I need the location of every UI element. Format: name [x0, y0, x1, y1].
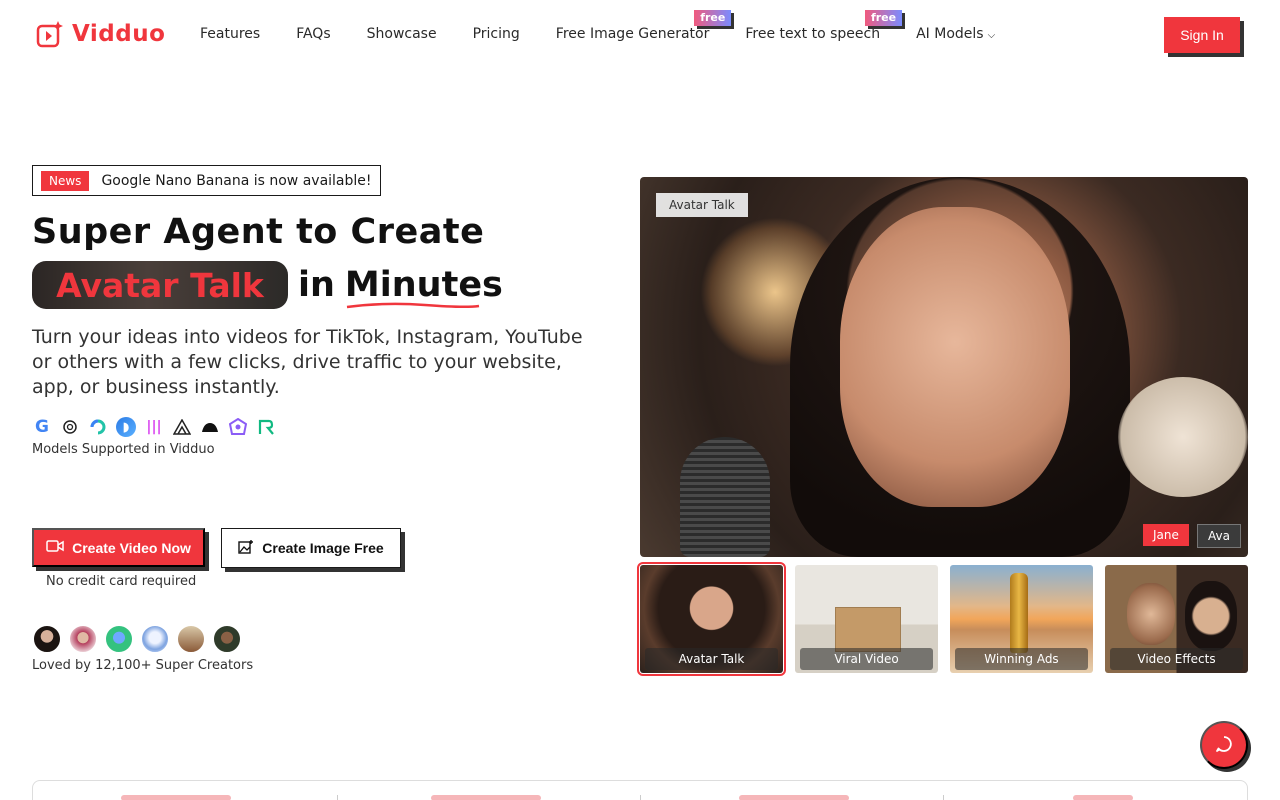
avatar — [104, 624, 134, 654]
stat-placeholder — [431, 795, 541, 800]
hero-title-minutes: Minutes — [344, 265, 503, 309]
nav-label: Free Image Generator — [555, 26, 710, 42]
hailuo-icon: ◗ — [116, 417, 136, 437]
person-graphic — [1185, 581, 1237, 651]
thumbnail-avatar-talk[interactable]: Avatar Talk — [637, 562, 786, 676]
news-text: Google Nano Banana is now available! — [101, 172, 372, 189]
nav-label: FAQs — [296, 26, 331, 42]
hero-title-in: in — [298, 265, 335, 305]
brand-name: Vidduo — [72, 21, 166, 47]
avatar — [32, 624, 62, 654]
preview-fur-cushion — [1118, 377, 1248, 497]
midjourney-icon — [200, 417, 220, 437]
news-banner[interactable]: News Google Nano Banana is now available… — [32, 165, 381, 196]
rotating-feature-text: Avatar Talk — [56, 265, 264, 305]
news-badge: News — [41, 170, 90, 191]
avatar — [68, 624, 98, 654]
nav-label: Features — [200, 26, 261, 42]
nav-item-free-image-generator[interactable]: Free Image Generator free — [555, 10, 732, 42]
social-proof-text: Loved by 12,100+ Super Creators — [32, 658, 254, 673]
preview-label: Avatar Talk — [656, 193, 748, 217]
nav-item-showcase[interactable]: Showcase — [367, 26, 437, 42]
avatar — [212, 624, 242, 654]
nav-label: Showcase — [366, 26, 437, 42]
voice-option-ava[interactable]: Ava — [1197, 524, 1241, 548]
stat-placeholder — [1073, 795, 1133, 800]
stat-placeholder — [121, 795, 231, 800]
hero-subtitle: Turn your ideas into videos for TikTok, … — [32, 326, 583, 398]
hero-title-line2: Avatar Talk in Minutes — [32, 261, 503, 309]
main-nav: Features FAQs Showcase Pricing Free Imag… — [200, 10, 1031, 42]
avatar — [176, 624, 206, 654]
nav-item-features[interactable]: Features — [200, 26, 260, 42]
elevenlabs-icon: ||| — [146, 419, 162, 435]
create-image-label: Create Image Free — [262, 540, 384, 556]
brand-logo[interactable]: Vidduo — [36, 20, 165, 48]
site-header: Vidduo Features FAQs Showcase Pricing Fr… — [0, 0, 1280, 70]
microphone-graphic — [680, 437, 770, 557]
nav-item-pricing[interactable]: Pricing — [473, 26, 520, 42]
video-preview[interactable]: Avatar Talk Jane Ava — [640, 177, 1248, 557]
vidduo-logo-icon — [36, 20, 64, 48]
underline-squiggle-icon — [346, 302, 480, 309]
video-camera-icon — [46, 539, 64, 556]
divider — [640, 795, 641, 800]
create-video-button[interactable]: Create Video Now — [32, 528, 205, 567]
models-label: Models Supported in Vidduo — [32, 442, 215, 457]
rotating-feature-pill: Avatar Talk — [32, 261, 288, 309]
divider — [337, 795, 338, 800]
thumbnail-label: Viral Video — [800, 648, 933, 670]
preview-face — [840, 207, 1070, 507]
thumbnail-label: Winning Ads — [955, 648, 1088, 670]
free-badge: free — [864, 10, 903, 26]
luma-icon — [172, 417, 192, 437]
nav-label: Pricing — [472, 26, 520, 42]
minutes-text: Minutes — [344, 265, 503, 305]
nav-item-ai-models[interactable]: AI Models ⌵ — [916, 26, 995, 42]
flux-icon — [228, 417, 248, 437]
nav-item-free-text-to-speech[interactable]: Free text to speech free — [745, 10, 903, 42]
nav-label: AI Models — [916, 26, 984, 42]
avatar — [140, 624, 170, 654]
sign-in-button[interactable]: Sign In — [1164, 17, 1240, 53]
thumbnail-label: Avatar Talk — [645, 648, 778, 670]
hero-title-line1: Super Agent to Create — [32, 212, 485, 252]
cardboard-box-graphic — [835, 607, 901, 652]
thumbnail-video-effects[interactable]: Video Effects — [1105, 565, 1248, 673]
chat-button[interactable] — [1200, 721, 1248, 769]
create-video-label: Create Video Now — [72, 539, 191, 556]
thumbnail-winning-ads[interactable]: Winning Ads — [950, 565, 1093, 673]
bottle-graphic — [1010, 573, 1028, 653]
kling-icon — [88, 417, 108, 437]
creator-avatars — [32, 624, 248, 654]
thumbnail-viral-video[interactable]: Viral Video — [795, 565, 938, 673]
stat-placeholder — [739, 795, 849, 800]
create-image-button[interactable]: Create Image Free — [221, 528, 401, 568]
nav-item-faqs[interactable]: FAQs — [296, 26, 330, 42]
thumbnail-label: Video Effects — [1110, 648, 1243, 670]
feature-thumbnails: Avatar Talk Viral Video Winning Ads Vide… — [637, 562, 1248, 676]
nav-label: Free text to speech — [745, 26, 881, 42]
person-graphic — [1127, 583, 1175, 645]
model-icons-row: G ◗ ||| — [32, 417, 276, 437]
chevron-down-icon: ⌵ — [987, 30, 996, 41]
no-credit-card-note: No credit card required — [46, 574, 197, 589]
stats-strip — [32, 780, 1248, 800]
image-plus-icon — [238, 539, 254, 558]
voice-option-jane[interactable]: Jane — [1143, 524, 1189, 546]
openai-icon — [60, 417, 80, 437]
chat-bubble-icon — [1214, 734, 1234, 757]
divider — [943, 795, 944, 800]
google-icon: G — [35, 417, 49, 437]
free-badge: free — [694, 10, 732, 26]
runway-icon — [256, 417, 276, 437]
